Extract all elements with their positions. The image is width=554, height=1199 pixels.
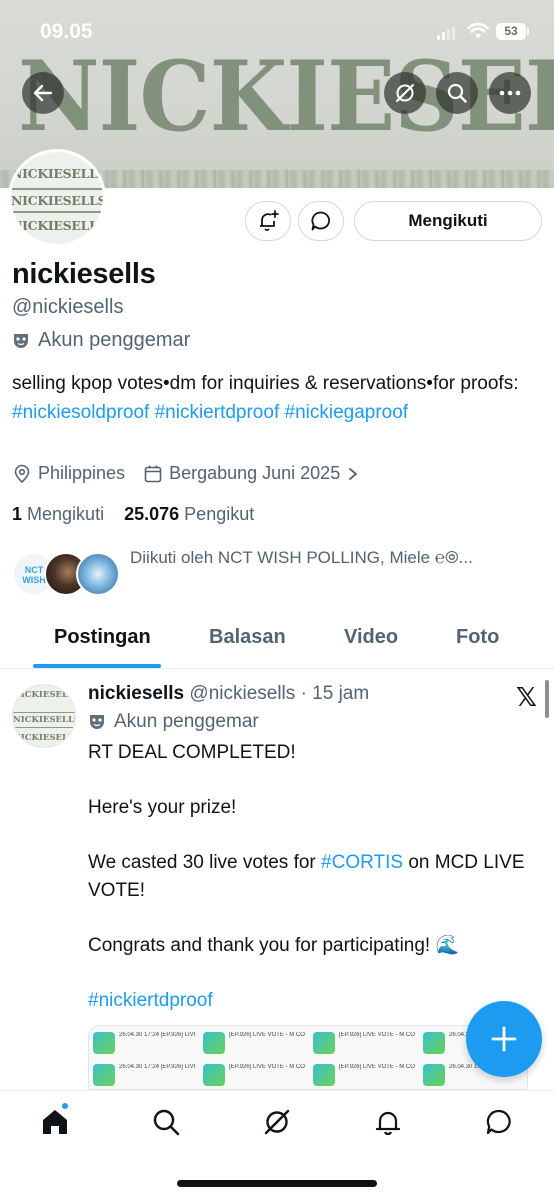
home-indicator — [177, 1180, 377, 1187]
arrow-left-icon — [33, 84, 53, 102]
message-icon — [486, 1109, 511, 1135]
tab-posts[interactable]: Postingan — [54, 626, 151, 649]
message-button[interactable] — [298, 201, 344, 241]
tab-replies[interactable]: Balasan — [209, 626, 286, 649]
followers-link[interactable]: 25.076 Pengikut — [124, 504, 254, 524]
post-author-handle[interactable]: @nickiesells — [189, 683, 295, 704]
profile-name: nickiesells — [12, 258, 156, 290]
message-icon — [311, 211, 330, 231]
media-cell: 26.04.30 17:24 [EP.926] LIVE VOTE - M CO… — [89, 1028, 197, 1058]
bio-hashtag-soldproof[interactable]: #nickiesoldproof — [12, 402, 149, 423]
tab-photos[interactable]: Foto — [456, 626, 499, 649]
following-link[interactable]: 1 Mengikuti — [12, 504, 104, 524]
status-bar: 09.05 53 — [0, 0, 554, 60]
chevron-right-icon[interactable] — [348, 467, 358, 481]
media-cell: [EP.926] LIVE VOTE - M CO... — [199, 1028, 307, 1058]
more-button[interactable] — [489, 72, 531, 114]
tab-video[interactable]: Video — [344, 626, 398, 649]
signal-icon — [437, 26, 457, 40]
search-icon — [447, 83, 467, 103]
profile-bio: selling kpop votes•dm for inquiries & re… — [12, 370, 542, 427]
follow-stats: 1 Mengikuti 25.076 Pengikut — [12, 504, 254, 525]
bell-icon — [375, 1111, 401, 1136]
bell-plus-icon — [260, 210, 279, 231]
bio-hashtag-gaproof[interactable]: #nickiegaproof — [285, 402, 409, 423]
grok-icon — [264, 1109, 290, 1135]
notify-button[interactable] — [245, 201, 291, 241]
nav-notifications[interactable] — [371, 1105, 405, 1139]
mask-icon — [14, 333, 28, 348]
status-time: 09.05 — [40, 20, 93, 43]
scrollbar[interactable] — [545, 680, 549, 718]
joined-label[interactable]: Bergabung Juni 2025 — [169, 463, 340, 484]
post-hashtag[interactable]: #nickiertdproof — [88, 987, 538, 1015]
account-type-label: Akun penggemar — [38, 329, 191, 351]
home-icon — [43, 1110, 67, 1134]
media-cell: [EP.926] LIVE VOTE - M CO... — [309, 1028, 417, 1058]
followed-avatar-3 — [76, 552, 120, 596]
account-type: Akun penggemar — [12, 329, 190, 352]
plus-icon — [491, 1026, 517, 1052]
search-icon — [153, 1109, 180, 1136]
profile-handle: @nickiesells — [12, 296, 124, 318]
location-icon — [14, 464, 30, 483]
hashtag-cortis[interactable]: #CORTIS — [321, 852, 403, 873]
media-cell: 26.04.30 17:24 [EP.926] LIVE VOTE - M CO… — [89, 1060, 197, 1089]
calendar-icon — [144, 465, 162, 482]
nav-grok[interactable] — [260, 1105, 294, 1139]
search-button[interactable] — [436, 72, 478, 114]
bio-hashtag-rtdproof[interactable]: #nickiertdproof — [155, 402, 280, 423]
mask-icon — [90, 715, 104, 729]
more-icon — [499, 90, 521, 96]
post-account-type: Akun penggemar — [88, 711, 259, 733]
post-header: nickiesells @nickiesells · 15 jam — [88, 683, 369, 705]
media-cell: [EP.926] LIVE VOTE - M CO... — [309, 1060, 417, 1089]
post-author-name[interactable]: nickiesells — [88, 683, 184, 704]
bio-text: selling kpop votes•dm for inquiries & re… — [12, 373, 519, 394]
post-avatar[interactable]: NICKIESELLS NICKIESELLS NICKIESELLS — [12, 684, 76, 748]
followed-by-text: Diikuti oleh NCT WISH POLLING, Miele ℮⦾.… — [130, 548, 473, 567]
nav-search[interactable] — [149, 1105, 183, 1139]
grok-icon — [396, 84, 414, 102]
post-media[interactable]: 26.04.30 17:24 [EP.926] LIVE VOTE - M CO… — [88, 1025, 528, 1090]
home-notification-dot — [60, 1101, 70, 1111]
profile-avatar[interactable]: NICKIESELLS NICKIESELLS NICKIESELLS — [8, 149, 106, 247]
media-cell: [EP.926] LIVE VOTE - M CO... — [199, 1060, 307, 1089]
followed-by-row[interactable]: NCT WISH Diikuti oleh NCT WISH POLLING, … — [12, 548, 552, 600]
back-button[interactable] — [22, 72, 64, 114]
profile-tabs: Postingan Balasan Video Foto — [0, 612, 554, 669]
active-tab-indicator — [33, 664, 161, 668]
grok-button[interactable] — [384, 72, 426, 114]
nav-messages[interactable] — [482, 1105, 516, 1139]
profile-meta: Philippines Bergabung Juni 2025 — [12, 463, 358, 484]
post-time: · 15 jam — [300, 683, 370, 704]
post-text[interactable]: RT DEAL COMPLETED! Here's your prize! We… — [88, 739, 538, 1042]
wifi-icon — [467, 22, 489, 39]
battery-icon: 53 — [496, 23, 526, 40]
following-button[interactable]: Mengikuti — [354, 201, 542, 241]
location-label: Philippines — [38, 463, 126, 483]
compose-button[interactable] — [466, 1001, 542, 1077]
x-logo-icon: 𝕏 — [516, 682, 537, 712]
